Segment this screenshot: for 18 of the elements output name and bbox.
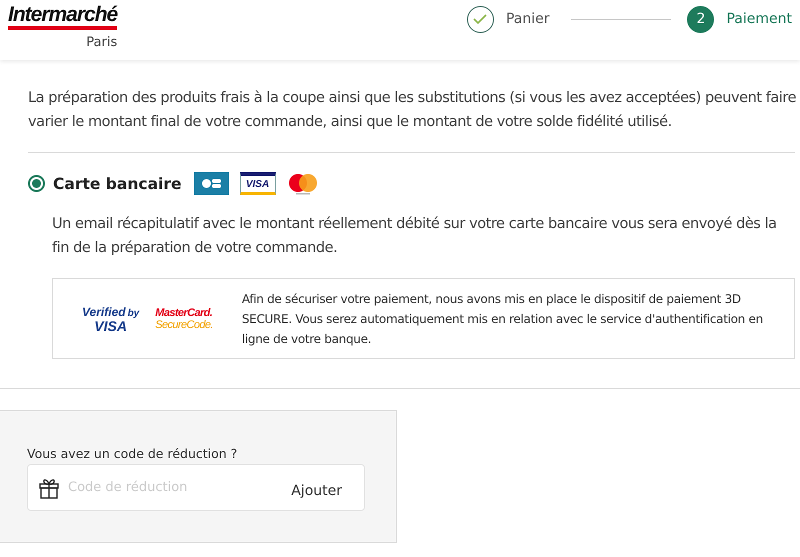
payment-note: Un email récapitulatif avec le montant réellement débité sur votre carte bancaire vous sera envoyé dès la fin de la préparation de votre commande. xyxy=(52,215,778,258)
secure-text: Afin de sécuriser votre paiement, nous avons mis en place le dispositif de paiement 3D SECURE. Vous serez automatiquement mis en relation avec le service d'authentification en ligne de votre banque. xyxy=(242,290,764,348)
promo-label: Vous avez un code de réduction ? xyxy=(27,446,238,461)
card-logo-icon xyxy=(194,172,229,195)
step-label: Panier xyxy=(506,11,550,27)
securecode-logo: MasterCard. SecureCode. xyxy=(155,306,213,330)
store-name: Paris xyxy=(86,35,118,50)
gift-icon xyxy=(38,476,60,498)
logo[interactable]: Intermarché xyxy=(8,4,118,30)
mastercard-logo-icon xyxy=(286,172,319,194)
visa-logo: VISA xyxy=(240,172,276,195)
step-number: 2 xyxy=(687,6,714,32)
radio-button[interactable] xyxy=(28,175,45,192)
intro-text: La préparation des produits frais à la coupe ainsi que les substitutions (si vous les avez acceptées) peuvent faire varier le montant final de votre commande, ainsi que le montant de votre solde fidélité utilisé. xyxy=(28,89,798,132)
add-button[interactable]: Ajouter xyxy=(279,476,354,498)
option-label: Carte bancaire xyxy=(53,174,182,192)
step-label: Paiement xyxy=(726,11,792,27)
verified-by-visa-logo: Verified by VISA xyxy=(82,304,140,332)
